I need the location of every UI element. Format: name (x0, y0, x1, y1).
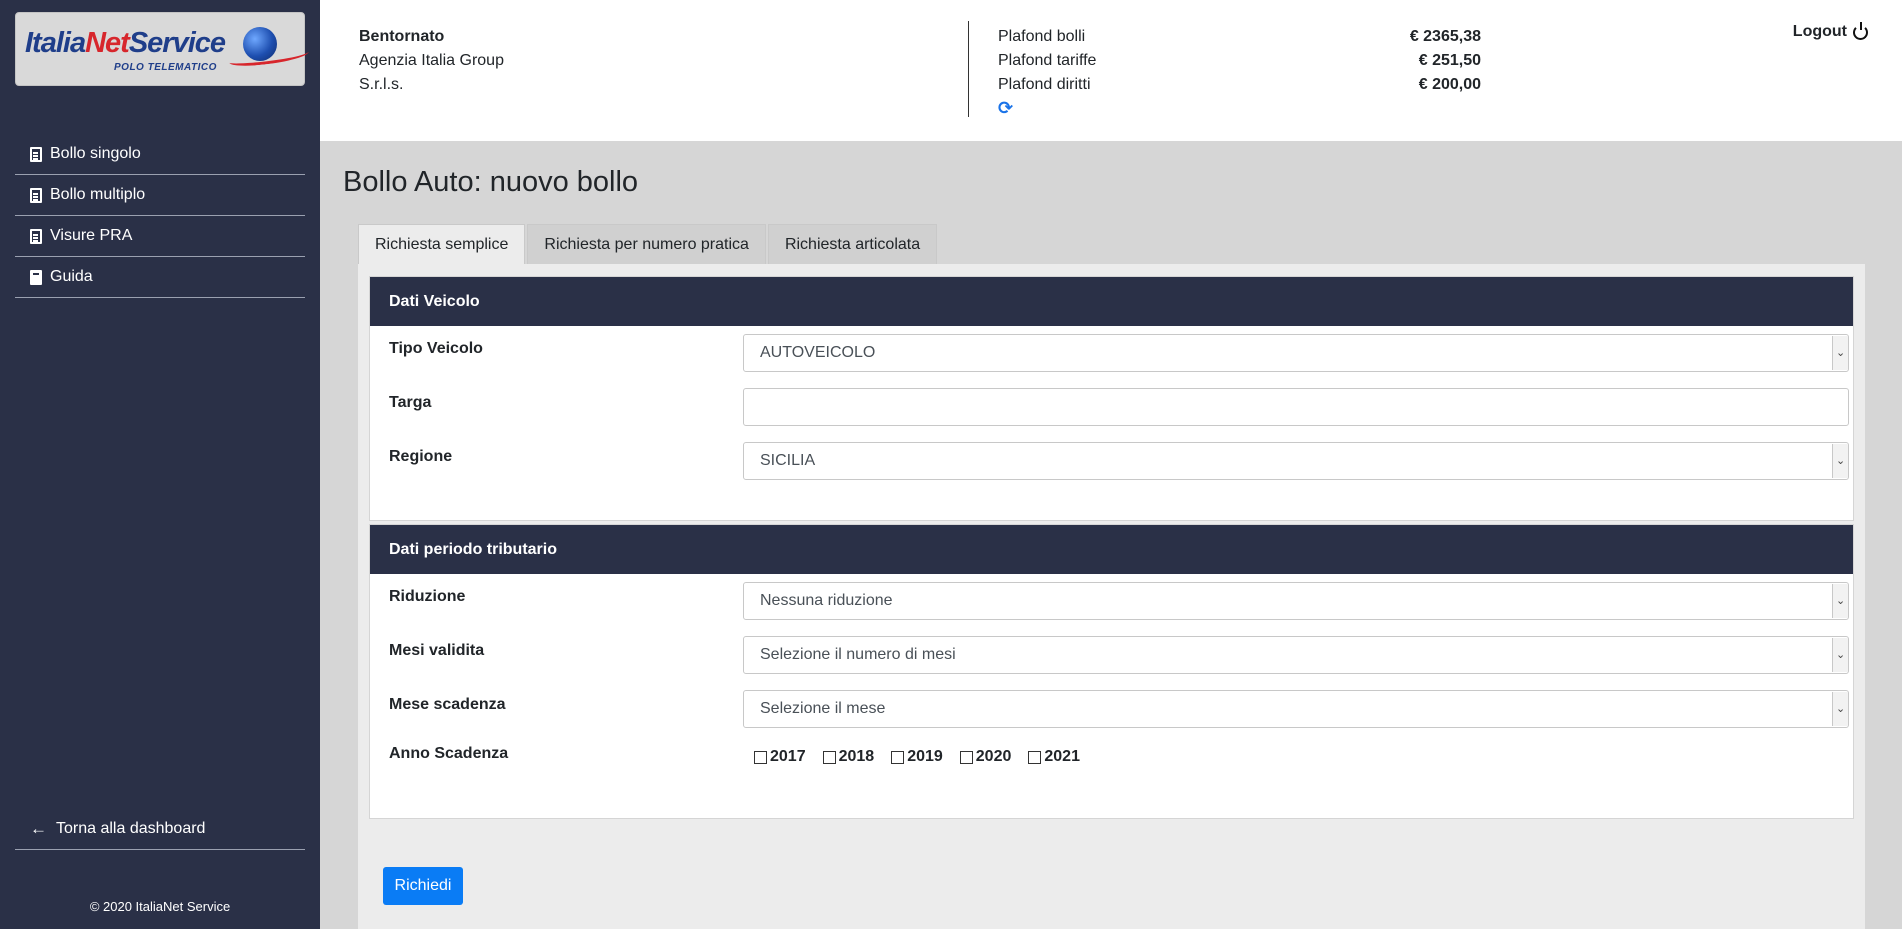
plafond-label: Plafond diritti (998, 76, 1091, 93)
checkbox[interactable] (822, 750, 836, 764)
field-label: Mese scadenza (389, 696, 506, 713)
panel-title: Dati Veicolo (370, 277, 1853, 326)
vehicle-data-panel: Dati Veicolo Tipo Veicolo AUTOVEICOLO ⌄ … (369, 276, 1854, 521)
checkbox[interactable] (891, 750, 905, 764)
brand-name: ItaliaNetService (25, 27, 226, 59)
plafond-value: € 251,50 (1418, 52, 1481, 69)
welcome-text: Bentornato (359, 28, 445, 45)
plafond-label: Plafond bolli (998, 28, 1086, 45)
agency-name-line1: Agenzia Italia Group (359, 52, 504, 69)
sidebar-item-label: Bollo singolo (50, 145, 141, 162)
checkbox[interactable] (754, 750, 767, 764)
header-divider (968, 21, 969, 117)
book-icon (30, 269, 42, 285)
select-value: Nessuna riduzione (760, 592, 893, 609)
year-checkbox-2020[interactable]: 2020 (959, 748, 1012, 766)
tab-richiesta-semplice[interactable]: Richiesta semplice (358, 224, 526, 264)
sidebar-item-guida[interactable]: Guida (15, 257, 305, 298)
plafond-row-diritti: Plafond diritti € 200,00 (998, 73, 1481, 97)
agency-name-line2: S.r.l.s. (359, 76, 404, 93)
year-label: 2021 (1044, 748, 1080, 765)
arrow-left-icon: ← (30, 818, 47, 838)
field-label: Targa (389, 394, 432, 411)
chevron-down-icon: ⌄ (1836, 455, 1846, 467)
welcome-block: Bentornato Agenzia Italia Group S.r.l.s. (359, 25, 504, 97)
logout-button[interactable]: Logout (1792, 21, 1868, 41)
sidebar-item-label: Bollo multiplo (50, 186, 146, 203)
year-checkbox-2019[interactable]: 2019 (891, 748, 943, 766)
plafond-value: € 200,00 (1418, 76, 1481, 93)
power-icon (1853, 21, 1868, 40)
brand-subtitle: POLO TELEMATICO (114, 62, 217, 73)
expiry-month-select[interactable]: Selezione il mese ⌄ (743, 690, 1849, 728)
sidebar-item-visure-pra[interactable]: Visure PRA (15, 216, 305, 257)
sidebar-item-label: Visure PRA (50, 227, 133, 244)
year-label: 2018 (838, 748, 875, 765)
plafond-label: Plafond tariffe (998, 52, 1097, 69)
back-link-label: Torna alla dashboard (56, 819, 206, 837)
sidebar-item-bollo-multiplo[interactable]: Bollo multiplo (15, 175, 305, 216)
field-label: Regione (389, 448, 453, 465)
tax-period-panel: Dati periodo tributario Riduzione Nessun… (369, 524, 1854, 819)
field-label: Anno Scadenza (389, 745, 509, 762)
year-checkbox-2017[interactable]: 2017 (754, 748, 806, 766)
chevron-down-icon: ⌄ (1836, 595, 1846, 607)
expiry-year-checkboxes: 2017 2018 2019 2020 2021 (754, 748, 1097, 766)
panel-title: Dati periodo tributario (370, 525, 1853, 574)
tab-bar: Richiesta semplice Richiesta per numero … (358, 224, 939, 264)
checkbox[interactable] (959, 750, 973, 764)
vehicle-type-select[interactable]: AUTOVEICOLO ⌄ (743, 334, 1849, 372)
page-title: Bollo Auto: nuovo bollo (343, 166, 639, 198)
field-label: Mesi validita (389, 642, 485, 659)
document-icon (30, 146, 42, 162)
months-validity-select[interactable]: Selezione il numero di mesi ⌄ (743, 636, 1849, 674)
select-value: SICILIA (760, 452, 816, 469)
logout-label: Logout (1792, 23, 1847, 40)
plafond-row-tariffe: Plafond tariffe € 251,50 (998, 49, 1481, 73)
year-label: 2020 (975, 748, 1012, 765)
plate-input[interactable] (743, 388, 1849, 426)
sidebar-item-bollo-singolo[interactable]: Bollo singolo (15, 134, 305, 175)
document-icon (30, 187, 42, 203)
back-to-dashboard-link[interactable]: ← Torna alla dashboard (15, 808, 305, 850)
plafond-value: € 2365,38 (1409, 28, 1481, 45)
chevron-down-icon: ⌄ (1836, 347, 1846, 359)
select-value: AUTOVEICOLO (760, 344, 876, 361)
select-value: Selezione il numero di mesi (760, 646, 956, 663)
chevron-down-icon: ⌄ (1836, 649, 1846, 661)
year-checkbox-2021[interactable]: 2021 (1028, 748, 1080, 766)
submit-button[interactable]: Richiedi (383, 867, 463, 905)
region-select[interactable]: SICILIA ⌄ (743, 442, 1849, 480)
sidebar: ItaliaNetService POLO TELEMATICO Bollo s… (0, 0, 320, 929)
checkbox[interactable] (1028, 750, 1042, 764)
chevron-down-icon: ⌄ (1836, 703, 1846, 715)
field-label: Riduzione (389, 588, 466, 605)
refresh-icon[interactable]: ⟳ (998, 99, 1016, 117)
logo-globe-icon (243, 27, 277, 61)
select-value: Selezione il mese (760, 700, 886, 717)
top-header: Bentornato Agenzia Italia Group S.r.l.s.… (320, 0, 1902, 141)
tab-richiesta-articolata[interactable]: Richiesta articolata (767, 224, 938, 264)
plafond-row-bolli: Plafond bolli € 2365,38 (998, 25, 1481, 49)
document-icon (30, 228, 42, 244)
year-checkbox-2018[interactable]: 2018 (822, 748, 875, 766)
sidebar-item-label: Guida (50, 268, 93, 285)
tab-richiesta-numero-pratica[interactable]: Richiesta per numero pratica (527, 224, 766, 264)
copyright: © 2020 ItaliaNet Service (89, 899, 231, 914)
field-label: Tipo Veicolo (389, 340, 483, 357)
brand-logo[interactable]: ItaliaNetService POLO TELEMATICO (15, 12, 310, 86)
year-label: 2017 (770, 748, 806, 765)
tab-content: Dati Veicolo Tipo Veicolo AUTOVEICOLO ⌄ … (358, 264, 1865, 929)
sidebar-nav: Bollo singolo Bollo multiplo Visure PRA … (15, 134, 305, 298)
year-label: 2019 (907, 748, 943, 765)
plafond-summary: Plafond bolli € 2365,38 Plafond tariffe … (998, 25, 1481, 117)
reduction-select[interactable]: Nessuna riduzione ⌄ (743, 582, 1849, 620)
